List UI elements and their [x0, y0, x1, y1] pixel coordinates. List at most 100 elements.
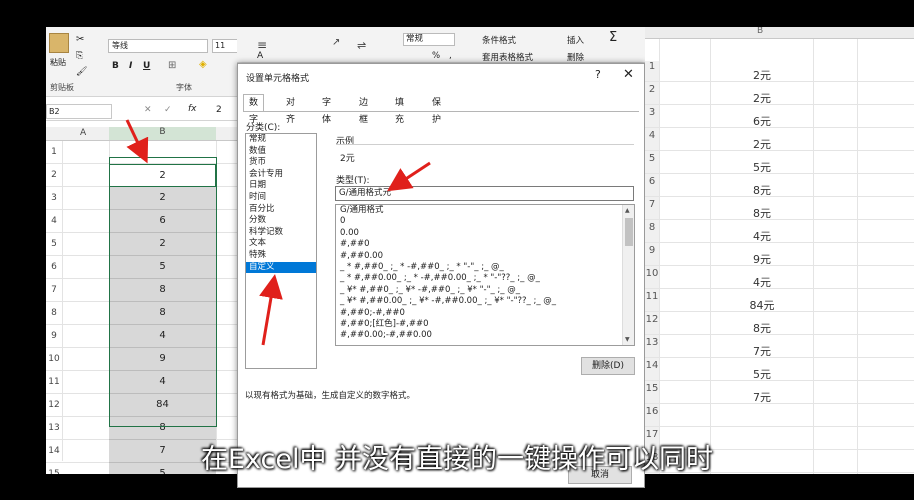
font-name-select[interactable]: 等线 — [108, 39, 208, 53]
format-item[interactable]: 0.00 — [336, 228, 634, 239]
row-header[interactable]: 5 — [46, 239, 62, 262]
right-table-cell[interactable]: 2元 — [737, 67, 787, 83]
table-cell[interactable]: 9 — [109, 348, 216, 371]
category-item[interactable]: 常规 — [246, 134, 316, 146]
category-item[interactable]: 百分比 — [246, 204, 316, 216]
delete-format-button[interactable]: 删除(D) — [581, 357, 635, 375]
tab-protection[interactable]: 保护 — [426, 94, 447, 125]
fill-color-icon[interactable]: ◈ — [199, 59, 207, 70]
right-table-cell[interactable]: 7元 — [737, 343, 787, 359]
right-table-cell[interactable]: 2元 — [737, 136, 787, 152]
right-table-cell[interactable]: 4元 — [737, 228, 787, 244]
format-item[interactable]: #,##0;[红色]-#,##0 — [336, 319, 634, 330]
scroll-thumb[interactable] — [625, 218, 633, 246]
category-list[interactable]: 常规 数值 货币 会计专用 日期 时间 百分比 分数 科学记数 文本 特殊 自定义 — [245, 133, 317, 369]
underline-button[interactable]: U — [143, 61, 150, 71]
grow-font-button[interactable]: A — [257, 51, 263, 61]
format-item[interactable]: 0 — [336, 216, 634, 227]
format-item[interactable]: _ ¥* #,##0.00_ ;_ ¥* -#,##0.00_ ;_ ¥* "-… — [336, 296, 634, 307]
tab-fill[interactable]: 填充 — [389, 94, 410, 125]
category-item[interactable]: 特殊 — [246, 250, 316, 262]
paste-icon[interactable] — [49, 33, 69, 53]
row-header[interactable]: 11 — [46, 377, 62, 400]
row-header[interactable]: 4 — [46, 216, 62, 239]
table-cell[interactable]: 5 — [109, 256, 216, 279]
paste-label[interactable]: 粘贴 — [50, 57, 66, 68]
table-format-button[interactable]: 套用表格格式 — [482, 51, 533, 63]
delete-cells-button[interactable]: 删除 — [567, 51, 584, 63]
format-list[interactable]: G/通用格式 0 0.00 #,##0 #,##0.00 _ * #,##0_ ;_ * … — [335, 204, 635, 346]
cut-icon[interactable]: ✂ — [76, 34, 84, 45]
orientation-icon[interactable]: ↗ — [332, 37, 340, 48]
right-table-cell[interactable]: 84元 — [737, 297, 787, 313]
cancel-icon[interactable]: ✕ — [144, 105, 152, 115]
right-table-cell[interactable]: 5元 — [737, 159, 787, 175]
tab-number[interactable]: 数字 — [243, 94, 265, 125]
row-header[interactable]: 12 — [46, 400, 62, 423]
format-item[interactable]: _ * #,##0_ ;_ * -#,##0_ ;_ * "-"_ ;_ @_ — [336, 262, 634, 273]
table-cell[interactable]: 4 — [109, 325, 216, 348]
category-item[interactable]: 文本 — [246, 238, 316, 250]
row-header[interactable]: 10 — [46, 354, 62, 377]
align-icon[interactable]: ≡ — [257, 38, 267, 52]
category-item[interactable]: 货币 — [246, 157, 316, 169]
format-item[interactable]: #,##0;-#,##0 — [336, 308, 634, 319]
table-cell[interactable]: 84 — [109, 394, 216, 417]
conditional-format-button[interactable]: 条件格式 — [482, 34, 516, 46]
format-item[interactable]: _ ¥* #,##0_ ;_ ¥* -#,##0_ ;_ ¥* "-"_ ;_ … — [336, 285, 634, 296]
right-table-cell[interactable]: 4元 — [737, 274, 787, 290]
copy-icon[interactable]: ⎘ — [76, 51, 83, 61]
active-cell[interactable]: 2 — [109, 164, 216, 187]
row-header[interactable]: 2 — [46, 170, 62, 193]
right-table-cell[interactable]: 2元 — [737, 90, 787, 106]
scroll-down-icon[interactable]: ▼ — [625, 336, 630, 343]
row-header[interactable]: 8 — [46, 308, 62, 331]
right-table-cell[interactable]: 6元 — [737, 113, 787, 129]
column-a-header[interactable]: A — [80, 128, 86, 138]
category-item[interactable]: 分数 — [246, 215, 316, 227]
comma-button[interactable]: , — [449, 51, 452, 61]
table-cell[interactable]: 2 — [109, 233, 216, 256]
table-cell[interactable]: 8 — [109, 302, 216, 325]
insert-button[interactable]: 插入 — [567, 34, 584, 46]
wrap-icon[interactable]: ⇌ — [357, 39, 366, 52]
enter-icon[interactable]: ✓ — [164, 105, 172, 115]
table-cell[interactable]: 8 — [109, 279, 216, 302]
type-input[interactable]: G/通用格式元 — [335, 186, 634, 201]
category-item[interactable]: 会计专用 — [246, 169, 316, 181]
row-header[interactable]: 3 — [46, 193, 62, 216]
category-item[interactable]: 数值 — [246, 146, 316, 158]
format-item[interactable]: #,##0.00;-#,##0.00 — [336, 330, 634, 341]
formula-value[interactable]: 2 — [216, 105, 222, 115]
category-item[interactable]: 日期 — [246, 180, 316, 192]
tab-border[interactable]: 边框 — [353, 94, 374, 125]
tab-alignment[interactable]: 对齐 — [280, 94, 301, 125]
column-b-header[interactable]: B — [109, 127, 216, 140]
format-painter-icon[interactable]: 🖌 — [76, 67, 87, 77]
right-table-cell[interactable]: 5元 — [737, 366, 787, 382]
table-cell[interactable]: 6 — [109, 210, 216, 233]
table-cell[interactable]: 4 — [109, 371, 216, 394]
right-table-cell[interactable]: 9元 — [737, 251, 787, 267]
right-table-cell[interactable]: 8元 — [737, 320, 787, 336]
row-header[interactable]: 6 — [46, 262, 62, 285]
format-item[interactable]: _ * #,##0.00_ ;_ * -#,##0.00_ ;_ * "-"??… — [336, 273, 634, 284]
row-header[interactable]: 7 — [46, 285, 62, 308]
category-item[interactable]: 自定义 — [246, 261, 316, 274]
row-header[interactable]: 1 — [46, 147, 62, 170]
fx-icon[interactable]: fx — [188, 104, 197, 114]
category-item[interactable]: 科学记数 — [246, 227, 316, 239]
bold-button[interactable]: B — [112, 61, 119, 71]
help-icon[interactable]: ? — [595, 68, 601, 81]
autosum-icon[interactable]: Σ — [609, 30, 617, 45]
format-item[interactable]: #,##0 — [336, 239, 634, 250]
scroll-up-icon[interactable]: ▲ — [625, 207, 630, 214]
percent-button[interactable]: % — [432, 51, 440, 61]
italic-button[interactable]: I — [129, 61, 132, 71]
border-icon[interactable]: ⊞ — [168, 60, 176, 71]
right-table-cell[interactable]: 8元 — [737, 182, 787, 198]
close-icon[interactable]: ✕ — [623, 67, 634, 82]
table-cell[interactable]: 2 — [109, 187, 216, 210]
format-list-scrollbar[interactable]: ▲ ▼ — [622, 205, 634, 345]
format-item[interactable]: G/通用格式 — [336, 205, 634, 216]
